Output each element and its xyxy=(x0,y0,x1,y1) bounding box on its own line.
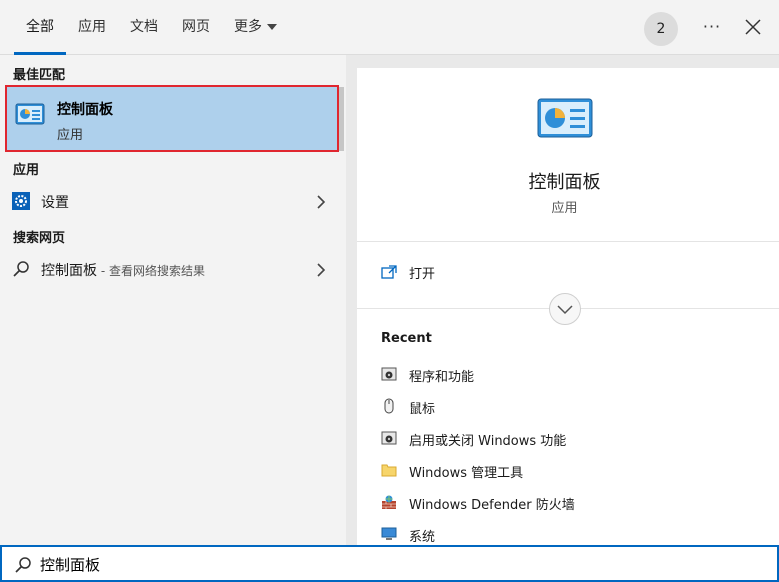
search-filter-bar: 全部 应用 文档 网页 更多 2 ··· xyxy=(0,0,779,55)
scrollbar[interactable] xyxy=(339,87,344,151)
open-label: 打开 xyxy=(409,267,436,282)
control-panel-icon xyxy=(15,103,45,131)
app-title: 控制面板 xyxy=(528,172,601,193)
search-icon xyxy=(12,260,30,282)
best-match-subtitle: 应用 xyxy=(57,128,84,143)
web-heading: 搜索网页 xyxy=(13,231,66,246)
result-web-search[interactable]: 控制面板 - 查看网络搜索结果 xyxy=(0,253,340,285)
recent-item[interactable]: 程序和功能 xyxy=(357,360,779,390)
results-list: 最佳匹配 控制面板 应用 应用 设置 搜索网页 控制面板 - 查看网络搜索结果 xyxy=(0,55,346,545)
tab-more-label: 更多 xyxy=(234,19,262,35)
search-icon xyxy=(14,556,32,578)
close-icon xyxy=(745,19,761,35)
web-hint: - 查看网络搜索结果 xyxy=(97,264,205,278)
expand-button[interactable] xyxy=(549,293,581,325)
chevron-right-icon[interactable] xyxy=(316,262,326,281)
rewards-badge[interactable]: 2 xyxy=(644,12,678,46)
result-settings-label: 设置 xyxy=(41,195,69,211)
recent-item-label: Windows Defender 防火墙 xyxy=(409,498,575,513)
recent-heading: Recent xyxy=(381,331,432,346)
recent-item-label: 鼠标 xyxy=(409,402,436,417)
firewall-icon xyxy=(381,494,397,510)
recent-item-label: 系统 xyxy=(409,530,436,545)
recent-item[interactable]: Windows Defender 防火墙 xyxy=(357,488,779,518)
programs-features-icon xyxy=(381,366,397,382)
system-monitor-icon xyxy=(381,526,397,542)
more-options-button[interactable]: ··· xyxy=(700,14,724,40)
recent-item[interactable]: 启用或关闭 Windows 功能 xyxy=(357,424,779,454)
chevron-right-icon[interactable] xyxy=(316,194,326,213)
recent-item[interactable]: Windows 管理工具 xyxy=(357,456,779,486)
tab-documents[interactable]: 文档 xyxy=(130,0,158,55)
recent-item-label: 启用或关闭 Windows 功能 xyxy=(409,434,567,449)
open-action[interactable]: 打开 xyxy=(357,254,779,288)
tab-more[interactable]: 更多 xyxy=(234,0,277,55)
search-box xyxy=(0,545,779,582)
detail-pane: 控制面板 应用 打开 Recent 程序和功能 鼠标 启用或关闭 Windows… xyxy=(357,68,779,545)
best-match-title: 控制面板 xyxy=(57,102,113,118)
recent-item-label: 程序和功能 xyxy=(409,370,475,385)
search-input[interactable] xyxy=(40,552,740,576)
windows-features-icon xyxy=(381,430,397,446)
open-icon xyxy=(381,264,397,283)
recent-item-label: Windows 管理工具 xyxy=(409,466,524,481)
chevron-down-icon xyxy=(267,24,277,30)
mouse-icon xyxy=(381,398,397,414)
tab-web[interactable]: 网页 xyxy=(182,0,210,55)
app-type: 应用 xyxy=(551,201,578,216)
chevron-down-icon xyxy=(557,305,573,315)
best-match-heading: 最佳匹配 xyxy=(13,68,66,83)
divider xyxy=(357,241,779,242)
best-match-item[interactable]: 控制面板 应用 xyxy=(5,85,339,152)
result-web-label: 控制面板 - 查看网络搜索结果 xyxy=(41,260,205,280)
apps-heading: 应用 xyxy=(13,163,40,178)
tab-apps[interactable]: 应用 xyxy=(78,0,106,55)
control-panel-icon xyxy=(537,98,593,146)
gear-icon xyxy=(12,192,30,214)
recent-item[interactable]: 鼠标 xyxy=(357,392,779,422)
result-settings[interactable]: 设置 xyxy=(0,185,340,217)
tab-all[interactable]: 全部 xyxy=(14,0,66,55)
close-button[interactable] xyxy=(740,14,766,40)
folder-icon xyxy=(381,462,397,478)
web-query: 控制面板 xyxy=(41,263,97,279)
